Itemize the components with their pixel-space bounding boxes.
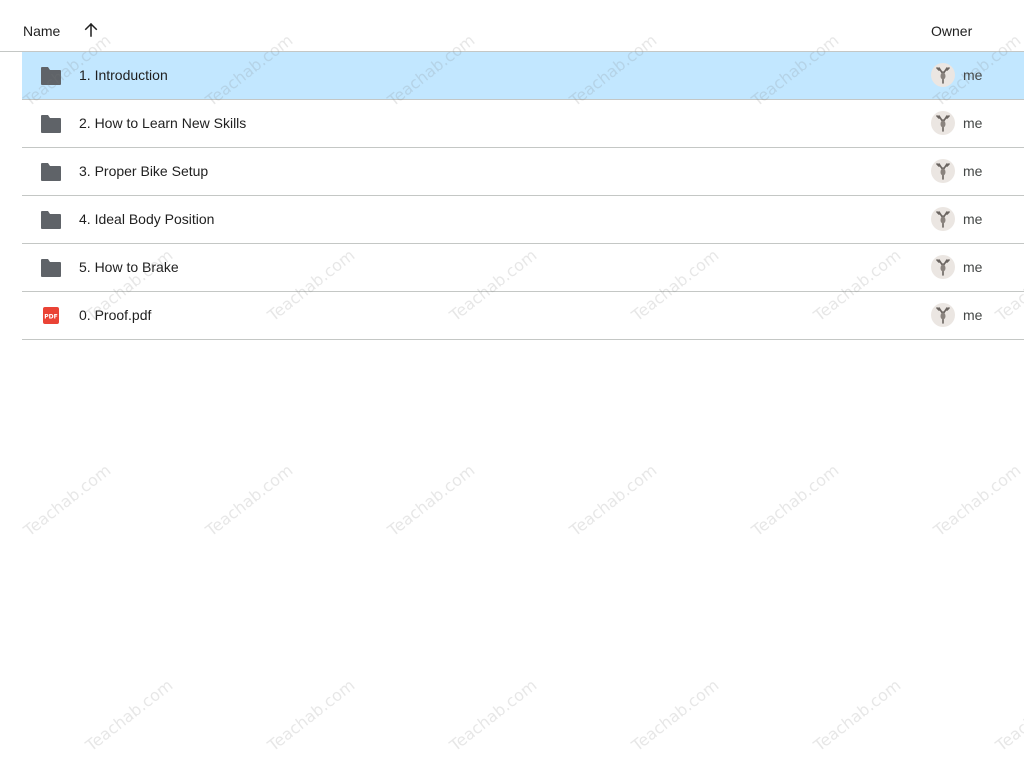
file-row[interactable]: 5. How to Brake me (22, 244, 1024, 292)
watermark-text: Teachab.com (930, 460, 1024, 540)
owner-name: me (963, 67, 983, 83)
owner-column-header: Owner (931, 23, 973, 39)
file-row[interactable]: 1. Introduction me (22, 52, 1024, 100)
watermark-text: Teachab.com (748, 460, 843, 540)
watermark-text: Teachab.com (384, 460, 479, 540)
owner-name: me (963, 307, 983, 323)
owner-name: me (963, 259, 983, 275)
watermark-text: Teachab.com (566, 460, 661, 540)
file-name: 0. Proof.pdf (79, 307, 152, 323)
file-row[interactable]: 3. Proper Bike Setup me (22, 148, 1024, 196)
avatar-image (936, 115, 950, 132)
avatar (931, 111, 955, 135)
watermark-text: Teachab.com (446, 675, 541, 755)
file-name: 2. How to Learn New Skills (79, 115, 247, 131)
folder-icon (41, 67, 61, 85)
avatar-image (936, 211, 950, 228)
folder-icon (41, 115, 61, 133)
watermark-text: Teachab.com (810, 675, 905, 755)
watermark-text: Teachab.com (202, 460, 297, 540)
avatar (931, 159, 955, 183)
arrow-up-icon[interactable] (82, 21, 100, 39)
watermark-text: Teachab.com (628, 675, 723, 755)
file-name: 3. Proper Bike Setup (79, 163, 209, 179)
watermark-text: Teachab.com (20, 460, 115, 540)
avatar-image (936, 307, 950, 324)
folder-icon (41, 211, 61, 229)
svg-text:PDF: PDF (44, 314, 57, 321)
file-row[interactable]: 2. How to Learn New Skills me (22, 100, 1024, 148)
watermark-text: Teachab.com (264, 675, 359, 755)
avatar (931, 207, 955, 231)
avatar-image (936, 259, 950, 276)
pdf-icon: PDF (43, 307, 59, 324)
avatar-image (936, 67, 950, 84)
avatar (931, 255, 955, 279)
file-row[interactable]: 4. Ideal Body Position me (22, 196, 1024, 244)
owner-name: me (963, 163, 983, 179)
file-name: 1. Introduction (79, 67, 168, 83)
owner-name: me (963, 115, 983, 131)
watermark-text: Teachab.com (82, 675, 177, 755)
watermark-text: Teachab.com (992, 675, 1024, 755)
owner-name: me (963, 211, 983, 227)
file-name: 4. Ideal Body Position (79, 211, 215, 227)
folder-icon (41, 259, 61, 277)
name-column-header[interactable]: Name (23, 23, 60, 39)
avatar (931, 63, 955, 87)
list-header: Name Owner (0, 0, 1024, 52)
avatar-image (936, 163, 950, 180)
avatar (931, 303, 955, 327)
file-list: 1. Introduction me 2. How to Learn New S… (22, 52, 1024, 340)
file-row[interactable]: PDF 0. Proof.pdf me (22, 292, 1024, 340)
file-list-page: Name Owner 1. Introduction me 2. How to … (0, 0, 1024, 768)
file-name: 5. How to Brake (79, 259, 179, 275)
folder-icon (41, 163, 61, 181)
